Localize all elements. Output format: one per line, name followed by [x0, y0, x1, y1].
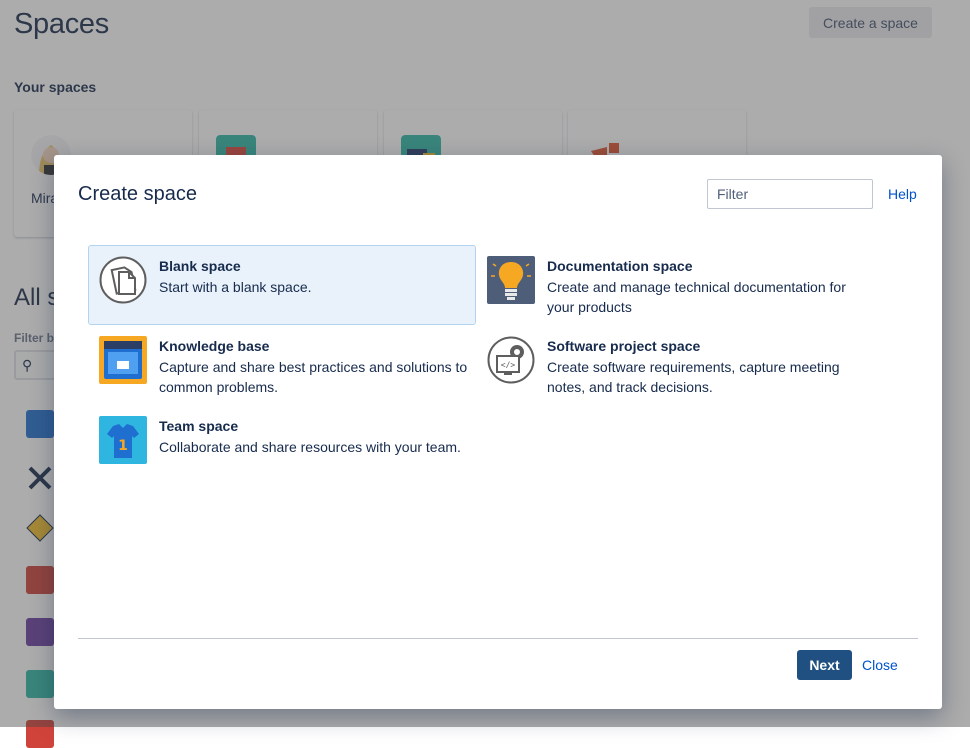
tile-documentation-space[interactable]: Documentation space Create and manage te…	[476, 245, 864, 325]
tile-blank-space[interactable]: Blank space Start with a blank space.	[88, 245, 476, 325]
dialog-title: Create space	[78, 183, 197, 205]
lightbulb-icon	[487, 256, 535, 304]
tile-title: Team space	[159, 418, 239, 434]
tile-description: Create and manage technical documentatio…	[547, 279, 846, 315]
close-button[interactable]: Close	[862, 657, 898, 673]
tile-description: Create software requirements, capture me…	[547, 359, 840, 395]
tile-description: Start with a blank space.	[159, 279, 312, 295]
svg-text:</>: </>	[501, 361, 516, 370]
tile-title: Software project space	[547, 338, 701, 354]
next-button[interactable]: Next	[797, 650, 852, 680]
tile-team-space[interactable]: 1 Team space Collaborate and share resou…	[88, 405, 476, 485]
tile-software-project-space[interactable]: </> Software project space Create softwa…	[476, 325, 864, 405]
create-space-dialog: Create space Help Blank space Start with…	[54, 155, 942, 709]
tile-title: Knowledge base	[159, 338, 270, 354]
team-jersey-icon: 1	[99, 416, 147, 464]
dialog-divider	[78, 638, 918, 639]
tile-title: Documentation space	[547, 258, 693, 274]
code-gear-icon: </>	[487, 336, 535, 384]
filter-input[interactable]	[707, 179, 873, 209]
tile-description: Collaborate and share resources with you…	[159, 439, 461, 455]
tile-description: Capture and share best practices and sol…	[159, 359, 468, 395]
blank-page-icon	[99, 256, 147, 304]
tile-knowledge-base[interactable]: Knowledge base Capture and share best pr…	[88, 325, 476, 405]
svg-text:1: 1	[118, 438, 128, 454]
file-cabinet-icon	[99, 336, 147, 384]
tile-title: Blank space	[159, 258, 241, 274]
help-link[interactable]: Help	[888, 186, 917, 202]
